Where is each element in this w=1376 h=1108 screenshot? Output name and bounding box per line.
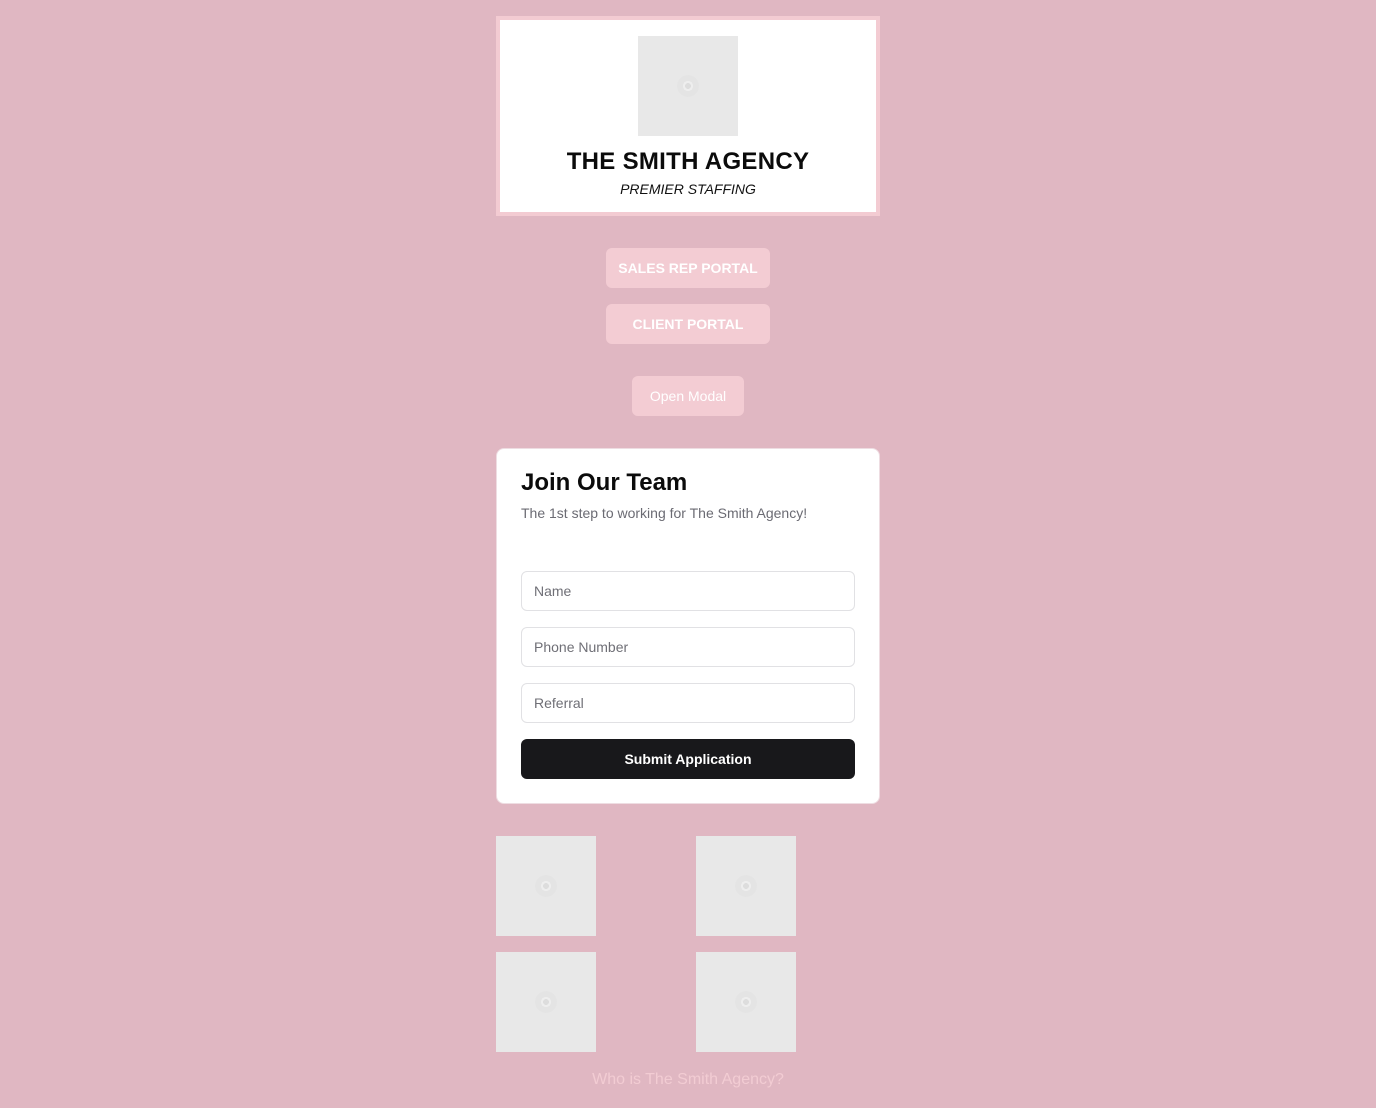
gallery-image — [496, 952, 596, 1052]
client-portal-button[interactable]: CLIENT PORTAL — [606, 304, 770, 344]
phone-number-input[interactable] — [521, 627, 855, 667]
gallery-image — [696, 952, 796, 1052]
form-title: Join Our Team — [521, 469, 688, 496]
agency-name: THE SMITH AGENCY — [566, 148, 810, 175]
agency-logo-image — [638, 36, 738, 136]
referral-input[interactable] — [521, 683, 855, 723]
agency-tagline: PREMIER STAFFING — [620, 181, 756, 197]
gallery-image — [496, 836, 596, 936]
gallery-image — [696, 836, 796, 936]
agency-header-card: THE SMITH AGENCY PREMIER STAFFING — [496, 16, 880, 216]
form-subtitle: The 1st step to working for The Smith Ag… — [521, 505, 808, 521]
name-input[interactable] — [521, 571, 855, 611]
open-modal-button[interactable]: Open Modal — [632, 376, 744, 416]
about-agency-link[interactable]: Who is The Smith Agency? — [0, 1071, 1376, 1089]
sales-rep-portal-button[interactable]: SALES REP PORTAL — [606, 248, 770, 288]
page: THE SMITH AGENCY PREMIER STAFFING SALES … — [0, 0, 1376, 1108]
submit-application-button[interactable]: Submit Application — [521, 739, 855, 779]
join-team-form: Join Our Team The 1st step to working fo… — [496, 448, 880, 804]
